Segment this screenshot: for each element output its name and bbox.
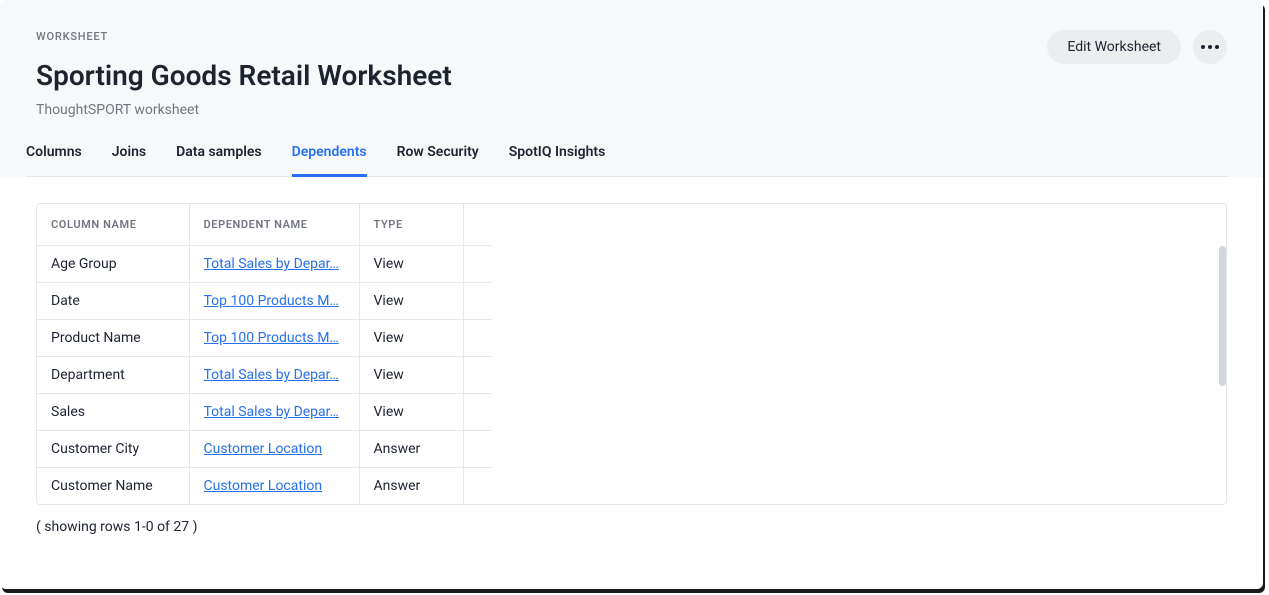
dependent-link[interactable]: Total Sales by Depar…	[204, 256, 339, 272]
top-actions: Edit Worksheet	[1047, 30, 1227, 64]
cell-dependent-name: Total Sales by Depar…	[189, 394, 359, 431]
cell-type: Answer	[359, 468, 463, 505]
cell-spacer	[463, 394, 492, 431]
cell-column-name: Age Group	[37, 246, 189, 283]
dependent-link[interactable]: Total Sales by Depar…	[204, 367, 339, 383]
row-count-status: ( showing rows 1-0 of 27 )	[36, 505, 1227, 535]
content-area: COLUMN NAME DEPENDENT NAME TYPE Age Grou…	[0, 177, 1263, 547]
app-frame: WORKSHEET Sporting Goods Retail Workshee…	[0, 0, 1263, 589]
dots-icon	[1208, 45, 1212, 49]
cell-column-name: Department	[37, 357, 189, 394]
cell-type: Answer	[359, 431, 463, 468]
table-row[interactable]: Product Name Top 100 Products M… View	[37, 320, 492, 357]
tab-dependents[interactable]: Dependents	[292, 144, 367, 177]
cell-column-name: Customer Name	[37, 468, 189, 505]
dependent-link[interactable]: Top 100 Products M…	[204, 293, 339, 309]
cell-spacer	[463, 431, 492, 468]
table-header-row: COLUMN NAME DEPENDENT NAME TYPE	[37, 204, 492, 246]
th-column-name[interactable]: COLUMN NAME	[37, 204, 189, 246]
table-row[interactable]: Date Top 100 Products M… View	[37, 283, 492, 320]
dependent-link[interactable]: Customer Location	[204, 478, 323, 494]
tab-row-security[interactable]: Row Security	[397, 144, 479, 177]
cell-type: View	[359, 320, 463, 357]
table-row[interactable]: Customer Name Customer Location Answer	[37, 468, 492, 505]
cell-column-name: Date	[37, 283, 189, 320]
table-row[interactable]: Sales Total Sales by Depar… View	[37, 394, 492, 431]
cell-spacer	[463, 468, 492, 505]
dependents-table: COLUMN NAME DEPENDENT NAME TYPE Age Grou…	[37, 204, 492, 504]
cell-dependent-name: Customer Location	[189, 431, 359, 468]
dots-icon	[1215, 45, 1219, 49]
tab-joins[interactable]: Joins	[112, 144, 146, 177]
th-type[interactable]: TYPE	[359, 204, 463, 246]
cell-column-name: Customer City	[37, 431, 189, 468]
dependent-link[interactable]: Customer Location	[204, 441, 323, 457]
dots-icon	[1201, 45, 1205, 49]
cell-type: View	[359, 394, 463, 431]
cell-dependent-name: Total Sales by Depar…	[189, 246, 359, 283]
scrollbar-thumb[interactable]	[1219, 246, 1226, 386]
cell-spacer	[463, 283, 492, 320]
more-actions-button[interactable]	[1193, 30, 1227, 64]
cell-spacer	[463, 357, 492, 394]
cell-dependent-name: Customer Location	[189, 468, 359, 505]
tab-bar: Columns Joins Data samples Dependents Ro…	[26, 144, 1227, 177]
cell-type: View	[359, 246, 463, 283]
edit-worksheet-button[interactable]: Edit Worksheet	[1047, 30, 1181, 64]
th-spacer	[463, 204, 492, 246]
tab-data-samples[interactable]: Data samples	[176, 144, 261, 177]
table-row[interactable]: Department Total Sales by Depar… View	[37, 357, 492, 394]
cell-column-name: Product Name	[37, 320, 189, 357]
th-dependent-name[interactable]: DEPENDENT NAME	[189, 204, 359, 246]
tab-columns[interactable]: Columns	[26, 144, 82, 177]
cell-spacer	[463, 246, 492, 283]
cell-column-name: Sales	[37, 394, 189, 431]
page-subtitle: ThoughtSPORT worksheet	[36, 102, 1227, 118]
cell-dependent-name: Total Sales by Depar…	[189, 357, 359, 394]
cell-spacer	[463, 320, 492, 357]
table-row[interactable]: Age Group Total Sales by Depar… View	[37, 246, 492, 283]
dependents-table-wrap: COLUMN NAME DEPENDENT NAME TYPE Age Grou…	[36, 203, 1227, 505]
cell-dependent-name: Top 100 Products M…	[189, 320, 359, 357]
dependent-link[interactable]: Total Sales by Depar…	[204, 404, 339, 420]
cell-type: View	[359, 283, 463, 320]
dependent-link[interactable]: Top 100 Products M…	[204, 330, 339, 346]
tab-spotiq-insights[interactable]: SpotIQ Insights	[509, 144, 606, 177]
cell-type: View	[359, 357, 463, 394]
table-row[interactable]: Customer City Customer Location Answer	[37, 431, 492, 468]
page-header: WORKSHEET Sporting Goods Retail Workshee…	[0, 0, 1263, 177]
cell-dependent-name: Top 100 Products M…	[189, 283, 359, 320]
